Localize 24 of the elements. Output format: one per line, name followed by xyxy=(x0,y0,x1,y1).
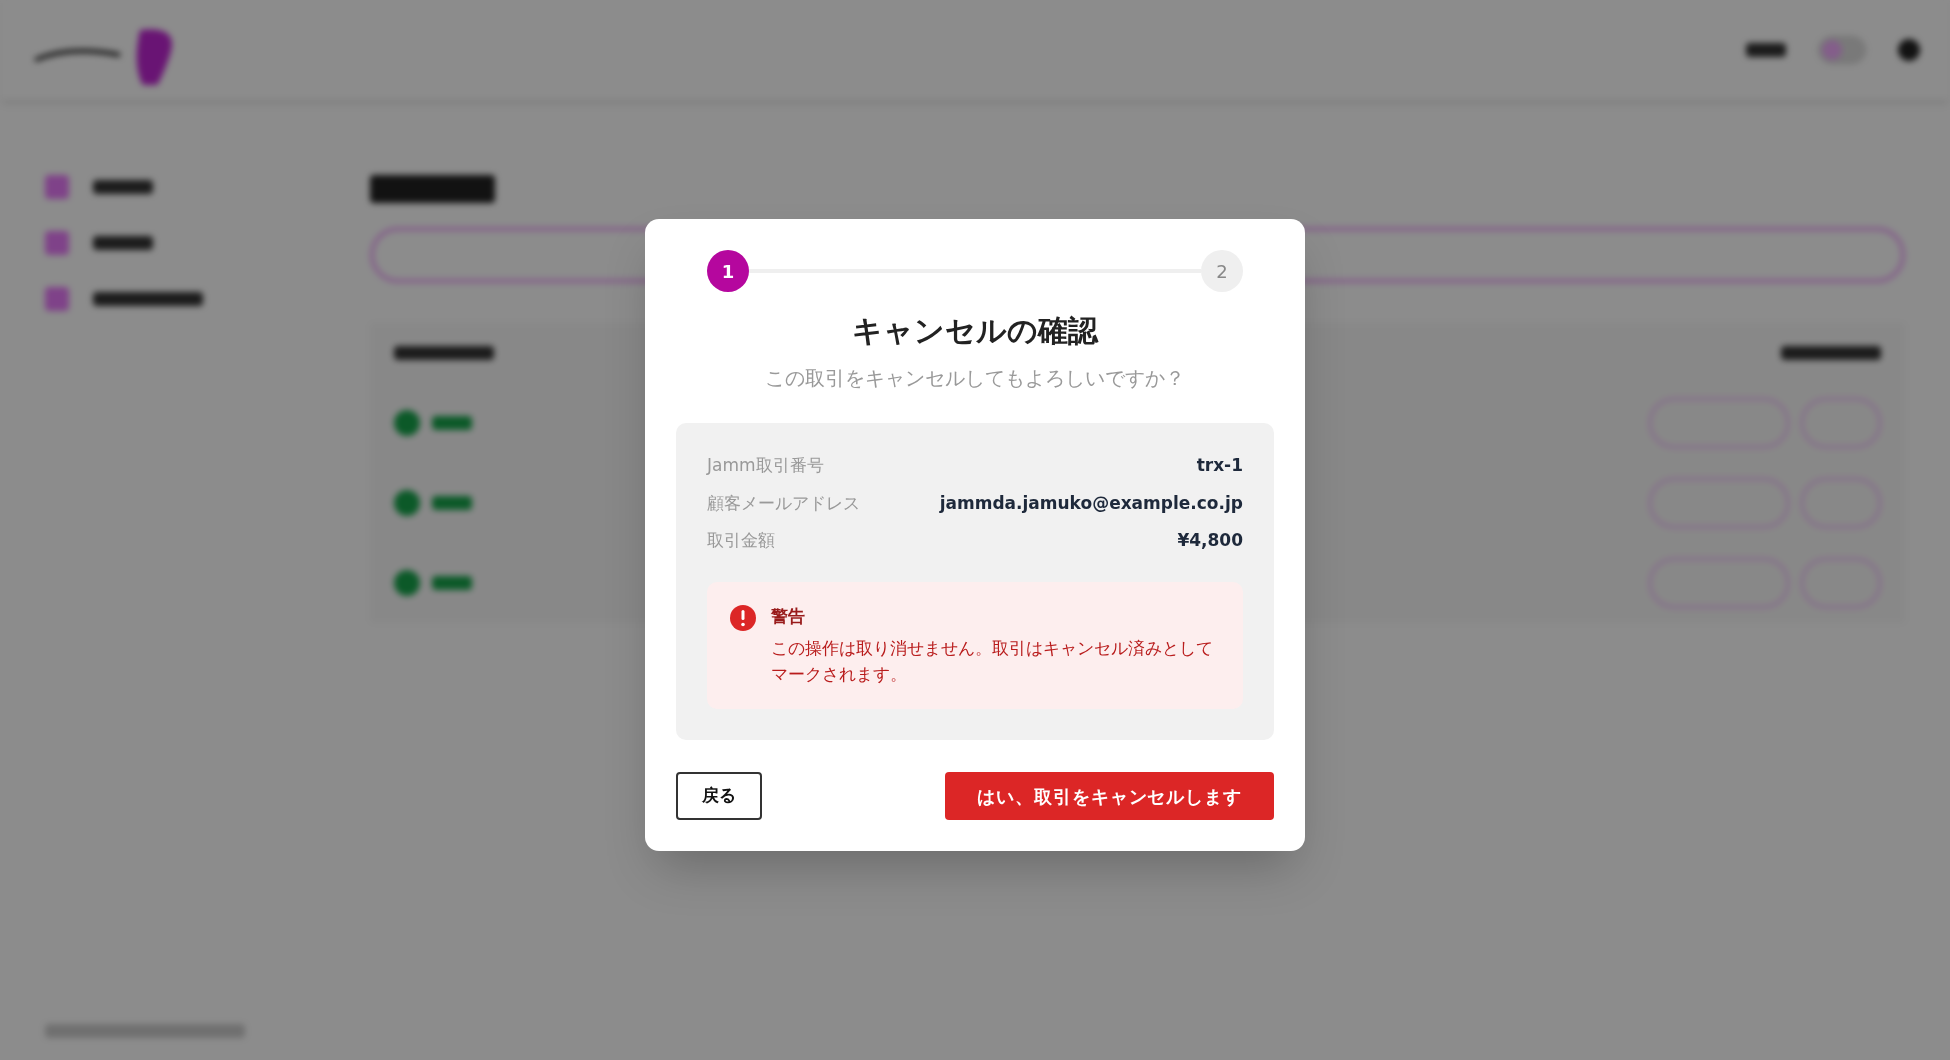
toggle-switch[interactable] xyxy=(1818,36,1866,64)
detail-value: jammda.jamuko@example.co.jp xyxy=(939,491,1243,515)
confirm-cancel-button[interactable]: はい、取引をキャンセルします xyxy=(945,772,1274,820)
detail-value: ¥4,800 xyxy=(1177,529,1243,552)
warning-message: この操作は取り消せません。取引はキャンセル済みとしてマークされます。 xyxy=(771,637,1214,686)
sidebar-icon[interactable] xyxy=(45,287,69,311)
user-avatar[interactable] xyxy=(1898,39,1920,61)
blurred-text xyxy=(432,416,472,430)
detail-label: 取引金額 xyxy=(707,529,775,552)
blurred-text xyxy=(1746,43,1786,57)
detail-value: trx-1 xyxy=(1196,454,1243,477)
blurred-text xyxy=(93,236,153,250)
dialog-subtitle: この取引をキャンセルしてもよろしいですか？ xyxy=(764,365,1186,392)
sidebar-icon[interactable] xyxy=(45,175,69,199)
alert-icon xyxy=(729,603,757,632)
back-button[interactable]: 戻る xyxy=(676,772,762,820)
detail-label: 顧客メールアドレス xyxy=(707,491,860,515)
sidebar-icon[interactable] xyxy=(45,231,69,255)
blurred-text xyxy=(432,576,472,590)
warning-title: 警告 xyxy=(771,604,806,628)
blurred-text xyxy=(93,180,153,194)
dialog-title: キャンセルの確認 xyxy=(851,312,1100,350)
detail-label: Jamm取引番号 xyxy=(707,454,824,477)
blurred-text xyxy=(432,496,472,510)
